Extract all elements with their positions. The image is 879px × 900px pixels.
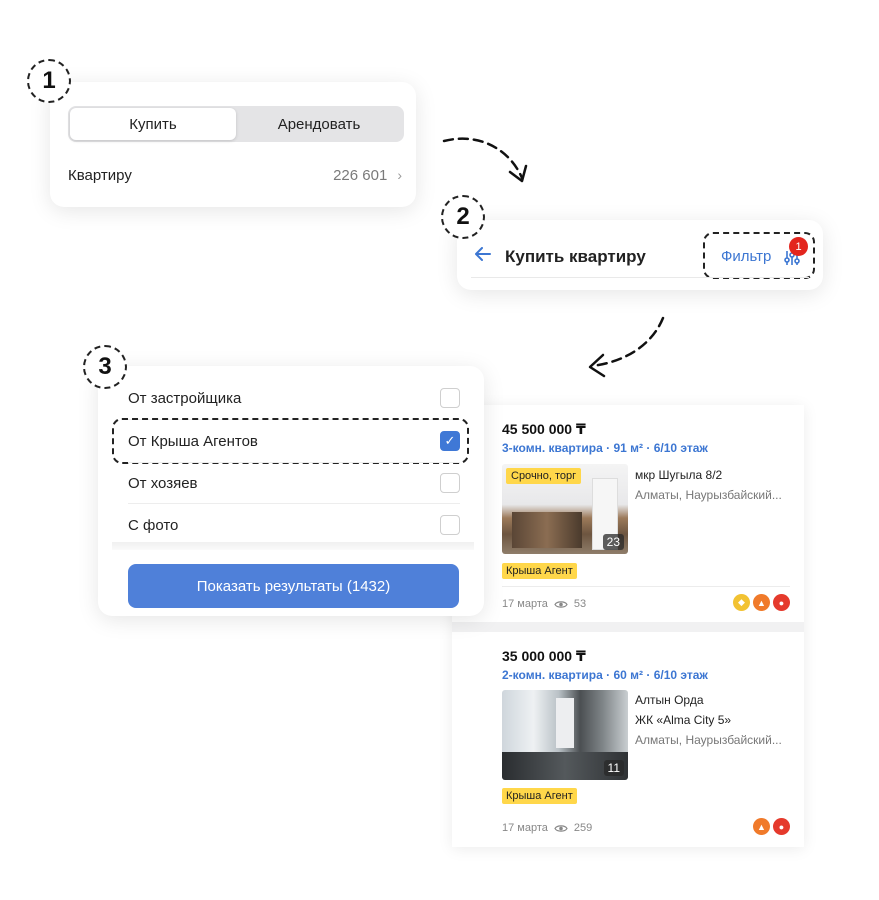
step-badge-1: 1 (27, 59, 71, 103)
filter-option-with-photo[interactable]: С фото (128, 504, 460, 546)
listing-address: мкр Шугыла 8/2 (635, 468, 723, 482)
property-count: 226 601 (333, 166, 388, 184)
urgent-label: Срочно, торг (506, 468, 582, 484)
checkbox[interactable] (440, 388, 460, 408)
filter-option-label: От хозяев (128, 474, 198, 492)
listing-divider (502, 586, 790, 587)
highlight-frame (112, 418, 469, 464)
listing-date: 17 марта (502, 598, 548, 610)
listing-meta: 17 марта 53 (502, 598, 586, 610)
listing-location: Алматы, Наурызбайский... (635, 733, 782, 747)
listing-complex: ЖК «Alma City 5» (635, 713, 732, 727)
listing-description: 3-комн. квартира · 91 м² · 6/10 этаж (502, 441, 708, 455)
photo-count: 11 (603, 760, 624, 776)
arrow-left-icon[interactable] (475, 246, 491, 264)
results-header-card: Купить квартиру Фильтр 1 (457, 220, 823, 290)
listing-views: 53 (573, 598, 587, 610)
listing-meta: 17 марта 259 (502, 822, 592, 834)
listing-price: 35 000 000 ₸ (502, 648, 586, 664)
fire-icon: ● (773, 818, 790, 835)
listing-address: Алтын Орда (635, 693, 704, 707)
filter-option-label: От застройщика (128, 389, 242, 407)
page-title: Купить квартиру (505, 247, 646, 266)
listing-location: Алматы, Наурызбайский... (635, 488, 782, 502)
listing-photo[interactable]: 11 (502, 690, 628, 780)
listing-price: 45 500 000 ₸ (502, 421, 586, 437)
promo-icons: ◆ ▲ ● (733, 594, 790, 611)
filter-options-card: От застройщика От Крыша Агентов ✓ От хоз… (98, 366, 484, 616)
agent-badge: Крыша Агент (502, 788, 577, 804)
filter-option-developer[interactable]: От застройщика (128, 377, 460, 419)
listing-description: 2-комн. квартира · 60 м² · 6/10 этаж (502, 668, 708, 682)
agent-badge: Крыша Агент (502, 563, 577, 579)
photo-count: 23 (602, 534, 624, 550)
eye-icon (554, 824, 568, 832)
tab-buy[interactable]: Купить (70, 108, 236, 140)
filter-option-owners[interactable]: От хозяев (128, 462, 460, 504)
step-badge-3: 3 (83, 345, 127, 389)
checkbox[interactable] (440, 515, 460, 535)
filter-button[interactable]: Фильтр 1 (703, 232, 815, 279)
show-results-button[interactable]: Показать результаты (1432) (128, 564, 459, 608)
fire-icon: ● (773, 594, 790, 611)
up-arrow-icon: ▲ (753, 594, 770, 611)
listing-views: 259 (573, 822, 593, 834)
list-bottom-shadow (112, 542, 474, 550)
listings-panel: 45 500 000 ₸ 3-комн. квартира · 91 м² · … (452, 405, 804, 847)
tab-rent[interactable]: Арендовать (236, 108, 402, 140)
property-type-label: Квартиру (68, 166, 132, 184)
filter-count-badge: 1 (789, 237, 808, 256)
chevron-right-icon: › (397, 167, 402, 183)
header-divider (471, 277, 809, 278)
listing-card[interactable]: 45 500 000 ₸ 3-комн. квартира · 91 м² · … (452, 405, 804, 622)
step-badge-2: 2 (441, 195, 485, 239)
filter-label: Фильтр (721, 248, 772, 265)
listing-card[interactable]: 35 000 000 ₸ 2-комн. квартира · 60 м² · … (452, 632, 804, 847)
checkbox[interactable] (440, 473, 460, 493)
eye-icon (554, 600, 568, 608)
promo-icons: ▲ ● (753, 818, 790, 835)
listing-photo[interactable]: Срочно, торг 23 (502, 464, 628, 554)
listing-date: 17 марта (502, 822, 548, 834)
property-type-row[interactable]: Квартиру 226 601 › (68, 164, 402, 186)
deal-type-segmented-control: Купить Арендовать (68, 106, 404, 142)
tag-icon: ◆ (733, 594, 750, 611)
up-arrow-icon: ▲ (753, 818, 770, 835)
deal-type-card: Купить Арендовать Квартиру 226 601 › (50, 82, 416, 207)
filter-option-label: С фото (128, 516, 179, 534)
